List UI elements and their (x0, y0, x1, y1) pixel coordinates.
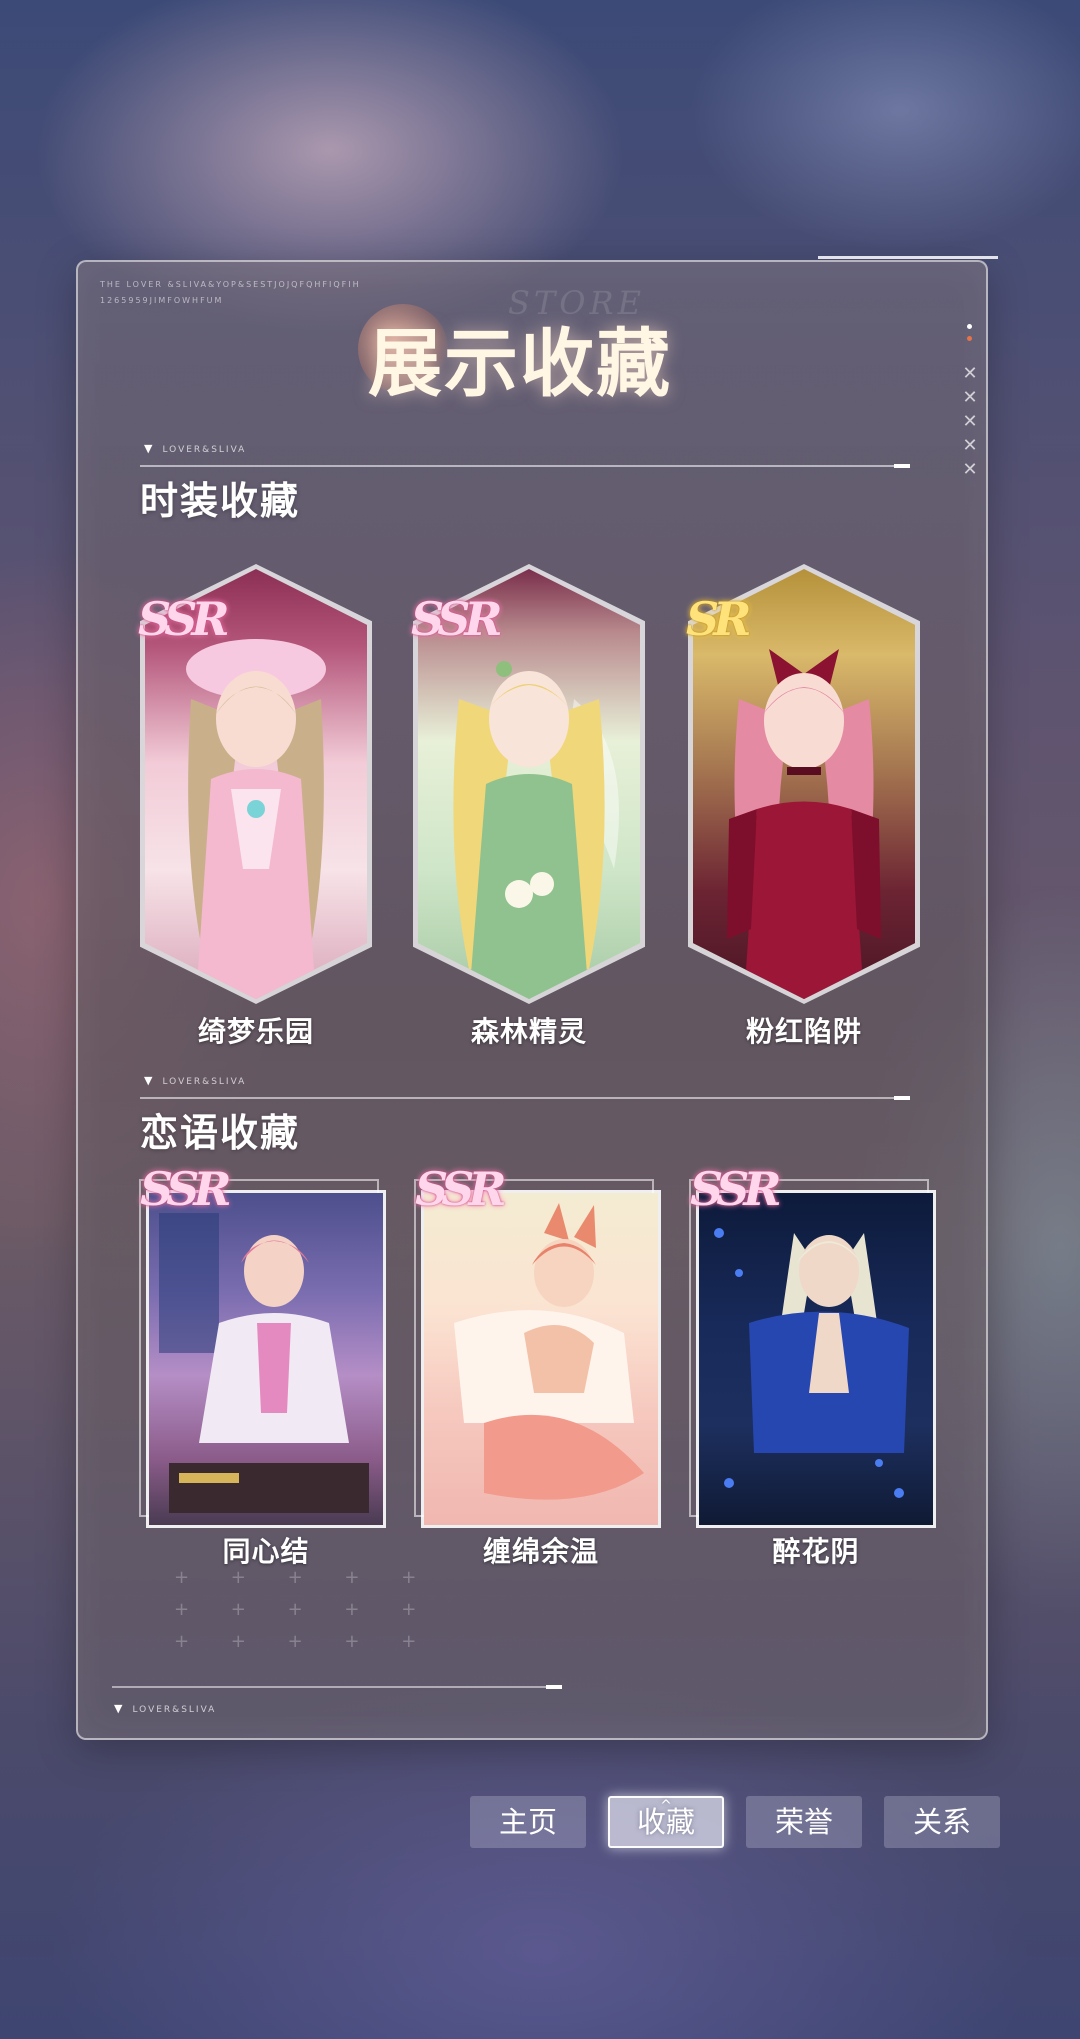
rarity-badge-ssr: SSR (415, 1162, 507, 1216)
x-icon: ✕ (962, 435, 978, 456)
rarity-badge-sr: SR (686, 592, 751, 646)
section-title-romance: 恋语收藏 (140, 1111, 301, 1155)
rarity-badge-ssr: SSR (138, 592, 230, 646)
card-frame (139, 1179, 386, 1528)
section-divider (140, 1096, 910, 1100)
panel-microtext-1: THE LOVER &SLIVA&YOP&SESTJOJQFQHFIQFIH (100, 280, 361, 289)
section-title-fashion: 时装收藏 (140, 479, 301, 523)
section-divider (140, 464, 910, 468)
card-art (424, 1193, 658, 1525)
character-art (714, 1228, 909, 1498)
panel-top-accent (818, 256, 998, 259)
card-name: 醉花阴 (772, 1535, 860, 1568)
character-art (159, 1213, 369, 1513)
x-icon: ✕ (962, 459, 978, 480)
indicator-dot-accent (967, 336, 972, 341)
rarity-badge-ssr: SSR (690, 1162, 782, 1216)
x-icon: ✕ (962, 363, 978, 384)
section-tag: LOVER&SLIVA (144, 1074, 246, 1087)
card-name: 森林精灵 (470, 1015, 587, 1048)
tab-honor[interactable]: 荣誉 (746, 1796, 862, 1848)
x-icon: ✕ (962, 411, 978, 432)
character-art (186, 639, 326, 999)
card-name: 缠绵余温 (482, 1535, 599, 1568)
card-art (149, 1193, 383, 1525)
panel-microtext-2: 1265959JIMFOWHFUM (100, 296, 224, 305)
rarity-badge-ssr: SSR (411, 592, 503, 646)
card-name: 绮梦乐园 (197, 1015, 314, 1048)
page-title: 展示收藏 (368, 321, 672, 407)
bottom-divider (112, 1685, 562, 1689)
plus-grid-decoration: + + + + + + + + + + + + + + + (174, 1567, 435, 1652)
x-icon: ✕ (962, 387, 978, 408)
collection-panel: THE LOVER &SLIVA&YOP&SESTJOJQFQHFIQFIH 1… (76, 256, 998, 1740)
character-art (454, 1203, 644, 1500)
card-frame (414, 1179, 661, 1528)
card-name: 粉红陷阱 (745, 1015, 862, 1048)
indicator-dot (967, 324, 972, 329)
character-art (727, 649, 881, 999)
tab-collection[interactable]: ^ 收藏 (608, 1796, 724, 1848)
caret-up-icon: ^ (660, 1798, 672, 1814)
section-tag: LOVER&SLIVA (144, 442, 246, 455)
rarity-badge-ssr: SSR (140, 1162, 232, 1216)
tab-home[interactable]: 主页 (470, 1796, 586, 1848)
bottom-tag: LOVER&SLIVA (114, 1702, 216, 1715)
tab-relations[interactable]: 关系 (884, 1796, 1000, 1848)
x-marks-decoration: ✕ ✕ ✕ ✕ ✕ (958, 362, 982, 482)
card-frame (689, 1179, 936, 1528)
character-art (453, 661, 619, 999)
card-art (699, 1193, 933, 1525)
